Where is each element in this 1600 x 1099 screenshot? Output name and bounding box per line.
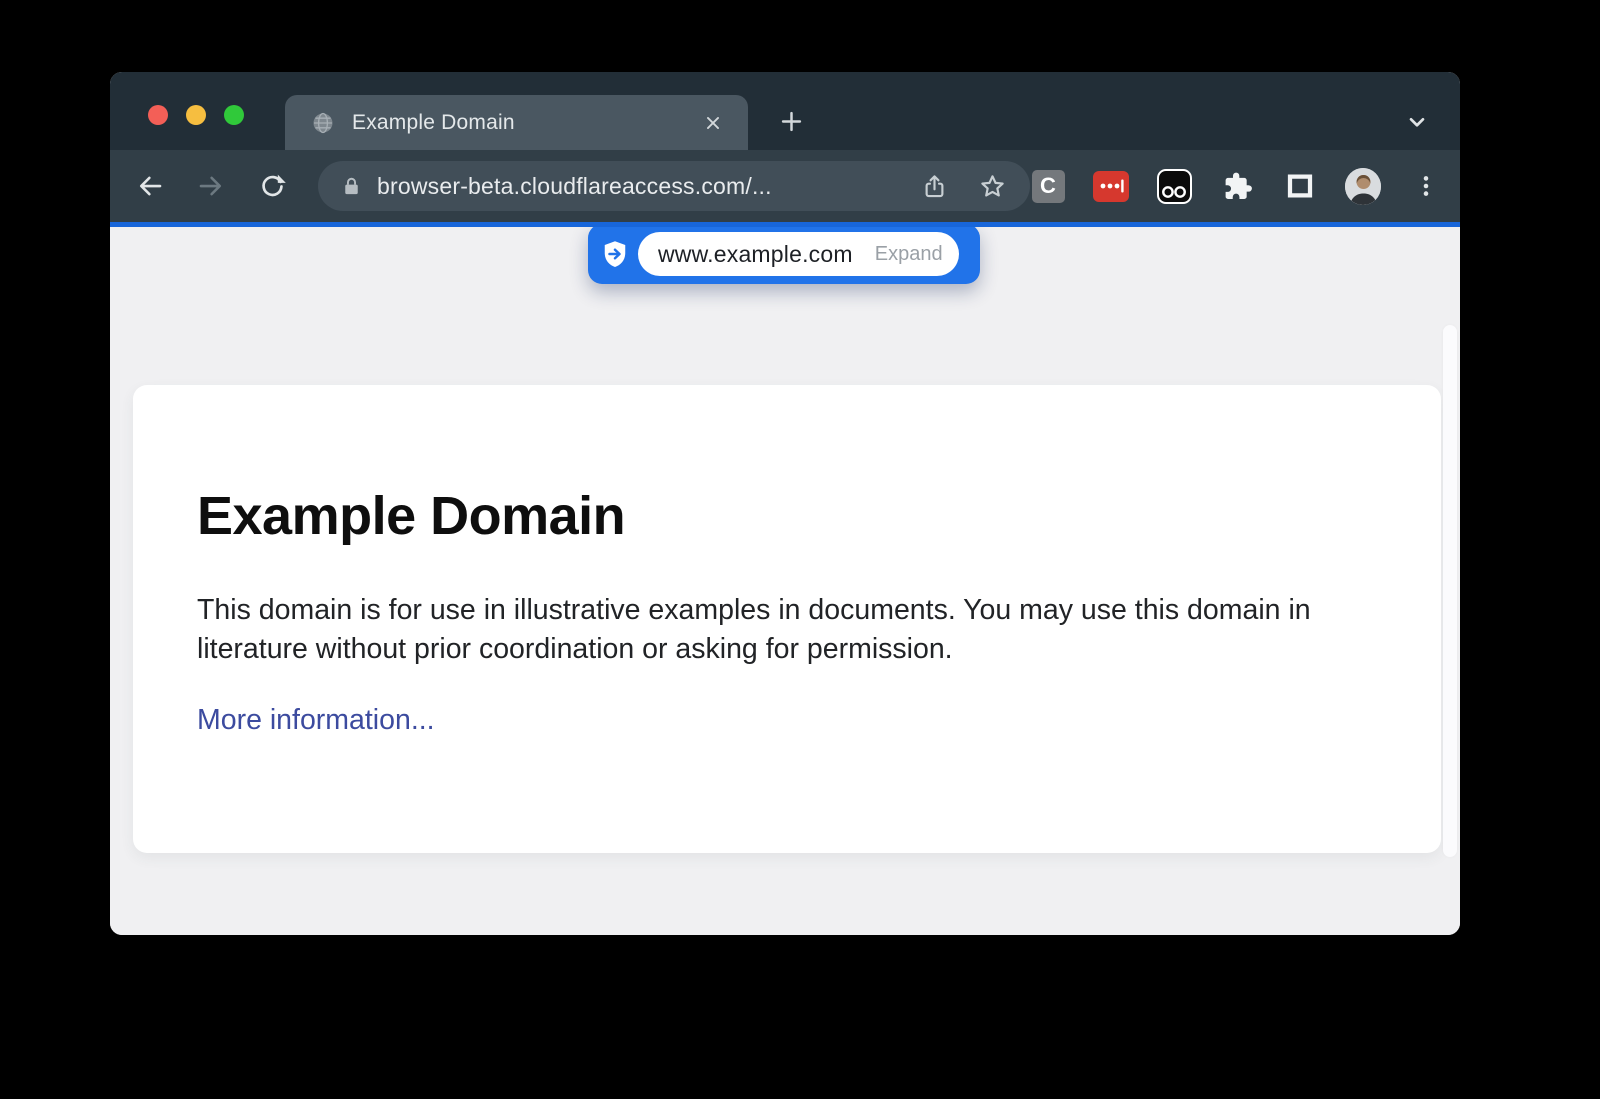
plus-icon <box>778 108 805 135</box>
new-tab-button[interactable] <box>771 101 811 141</box>
more-information-link[interactable]: More information... <box>197 704 435 737</box>
chevron-down-icon <box>1404 109 1430 135</box>
share-icon <box>921 173 948 200</box>
reload-icon <box>258 172 287 201</box>
zoom-window-button[interactable] <box>224 105 244 125</box>
back-arrow-icon <box>135 171 165 201</box>
isolation-domain-pill[interactable]: www.example.com Expand <box>588 227 980 284</box>
goggles-icon <box>1157 169 1192 204</box>
isolation-pill-inner: www.example.com Expand <box>638 232 959 276</box>
puzzle-icon <box>1222 171 1253 202</box>
back-button[interactable] <box>128 164 172 208</box>
traffic-lights <box>148 105 244 125</box>
extensions-row: C <box>1030 168 1444 204</box>
close-window-button[interactable] <box>148 105 168 125</box>
lock-icon[interactable] <box>340 175 363 198</box>
forward-arrow-icon <box>196 171 226 201</box>
bookmark-star-button[interactable] <box>974 168 1010 204</box>
extension-c-icon: C <box>1032 170 1065 203</box>
tab-title: Example Domain <box>352 111 698 135</box>
address-bar[interactable]: browser-beta.cloudflareaccess.com/... <box>318 161 1030 211</box>
browser-window: Example Domain <box>110 72 1460 935</box>
example-domain-card: Example Domain This domain is for use in… <box>133 385 1441 853</box>
expand-button[interactable]: Expand <box>875 243 943 266</box>
avatar-photo-icon <box>1345 168 1381 205</box>
extension-lastpass-button[interactable] <box>1093 168 1129 204</box>
shield-arrow-icon <box>600 239 630 269</box>
tab-example-domain[interactable]: Example Domain <box>285 95 748 150</box>
globe-favicon-icon <box>311 111 335 135</box>
page-paragraph: This domain is for use in illustrative e… <box>197 591 1352 668</box>
lastpass-dots-icon <box>1093 171 1129 202</box>
side-panel-icon <box>1285 171 1315 201</box>
tab-strip: Example Domain <box>110 72 1460 150</box>
extension-goggles-button[interactable] <box>1156 168 1192 204</box>
extensions-menu-button[interactable] <box>1219 168 1255 204</box>
side-panel-button[interactable] <box>1282 168 1318 204</box>
extension-c-button[interactable]: C <box>1030 168 1066 204</box>
star-icon <box>978 172 1007 201</box>
url-text: browser-beta.cloudflareaccess.com/... <box>377 173 916 200</box>
profile-avatar[interactable] <box>1345 168 1381 204</box>
reload-button[interactable] <box>250 164 294 208</box>
three-dots-icon <box>1413 173 1439 199</box>
tab-search-button[interactable] <box>1397 102 1437 142</box>
isolated-domain-text: www.example.com <box>658 241 853 268</box>
minimize-window-button[interactable] <box>186 105 206 125</box>
scrollbar-thumb[interactable] <box>1443 325 1457 857</box>
page-heading: Example Domain <box>197 485 1377 547</box>
browser-menu-button[interactable] <box>1408 168 1444 204</box>
tab-close-icon[interactable] <box>698 108 728 138</box>
toolbar: browser-beta.cloudflareaccess.com/... C <box>110 150 1460 222</box>
share-button[interactable] <box>916 168 952 204</box>
forward-button[interactable] <box>189 164 233 208</box>
page-content: www.example.com Expand Example Domain Th… <box>110 227 1460 935</box>
